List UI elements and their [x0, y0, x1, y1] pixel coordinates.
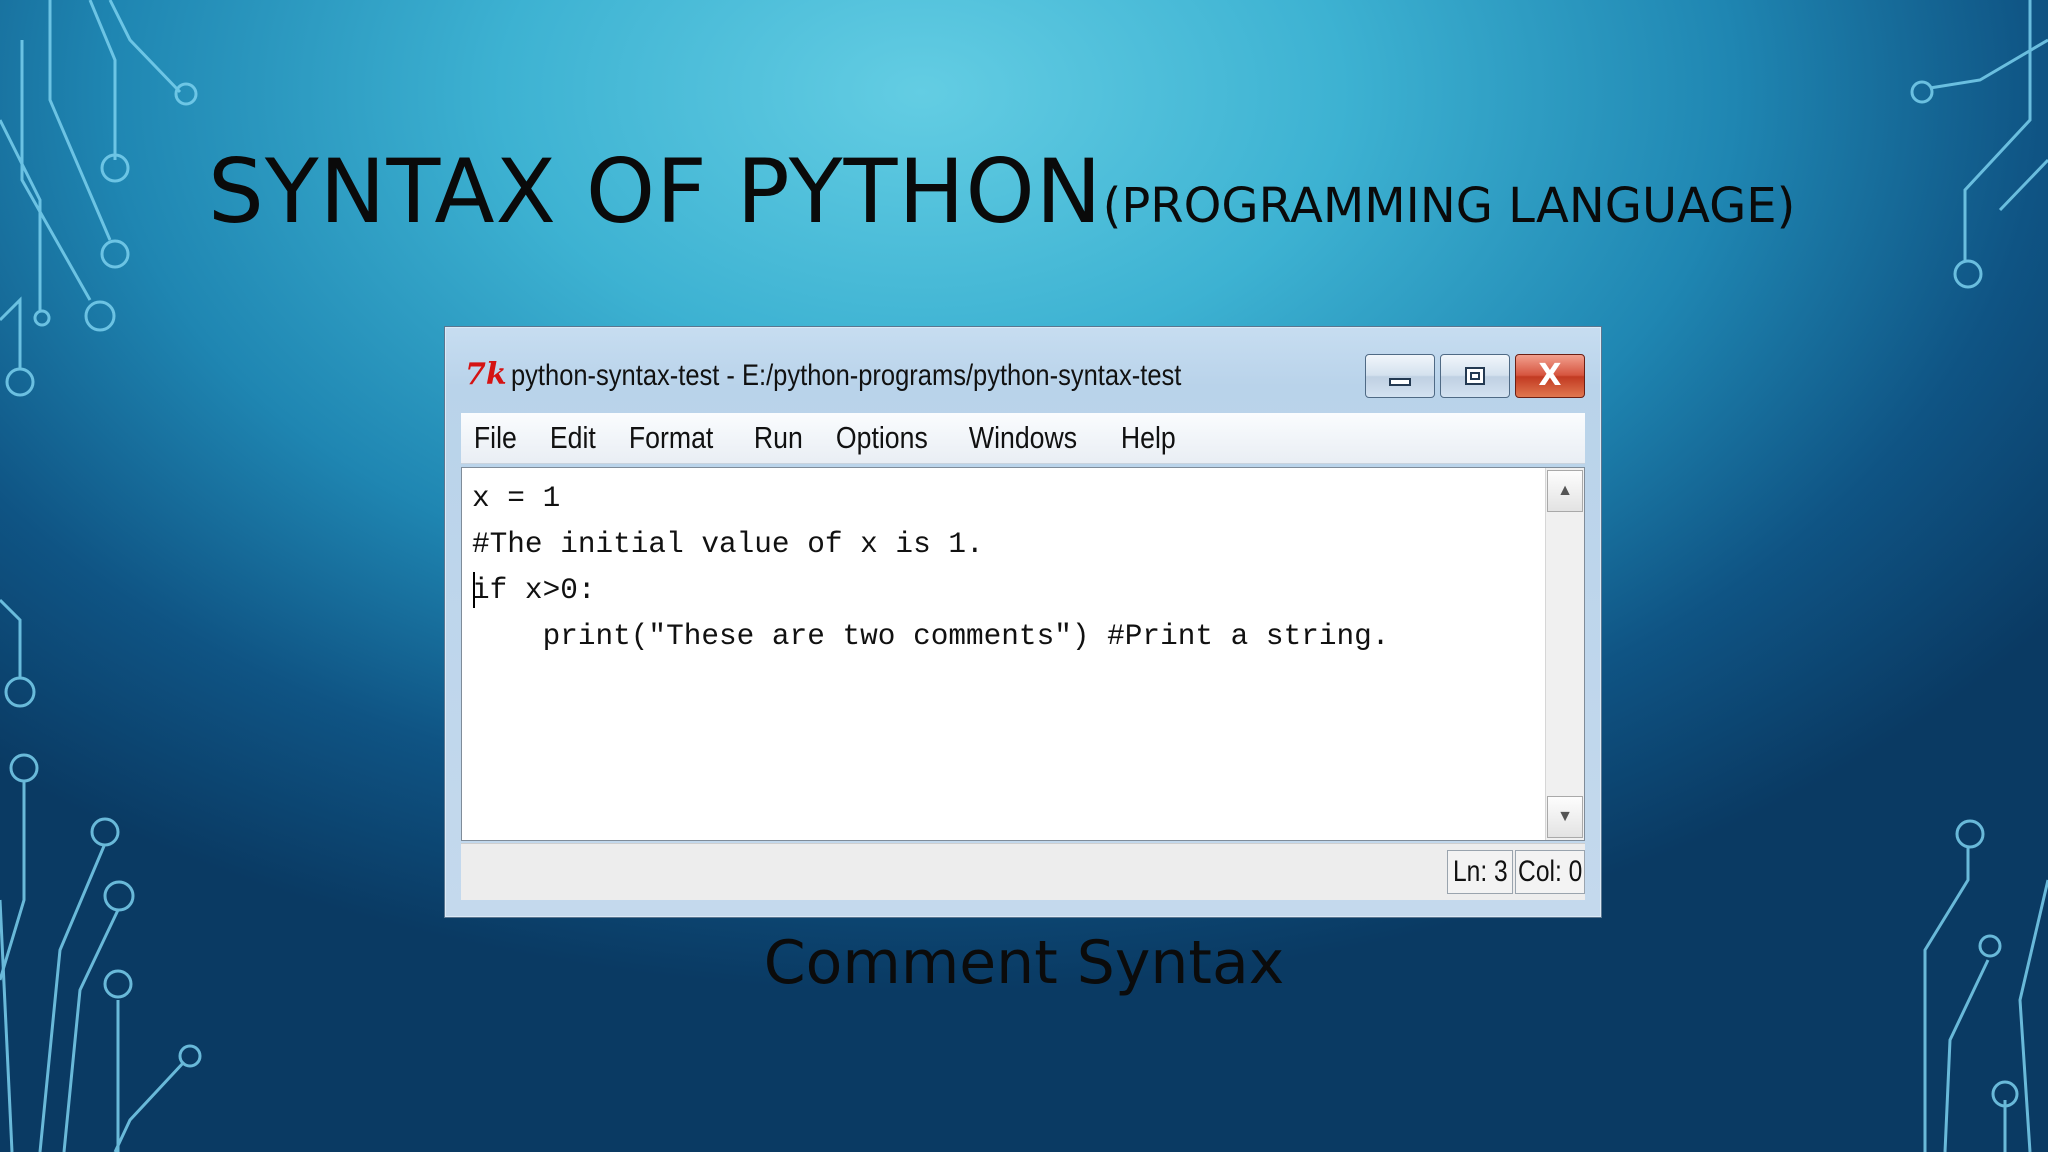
slide-caption: Comment Syntax [763, 928, 1285, 998]
code-line: x = 1 [472, 482, 561, 516]
maximize-button[interactable] [1440, 354, 1510, 398]
scroll-down-arrow-icon: ▼ [1557, 808, 1573, 825]
window-title: python-syntax-test - E:/python-programs/… [511, 359, 1182, 392]
minimize-button[interactable] [1365, 354, 1435, 398]
close-icon: X [1538, 358, 1562, 393]
line-indicator: Ln: 3 [1447, 850, 1513, 894]
tk-icon: 7k [465, 357, 507, 392]
status-bar: Ln: 3 Col: 0 [461, 843, 1585, 900]
menu-run[interactable]: Run [741, 420, 816, 456]
window-titlebar[interactable]: 7k python-syntax-test - E:/python-progra… [445, 327, 1601, 409]
column-indicator: Col: 0 [1515, 850, 1585, 894]
code-text: x = 1 #The initial value of x is 1. if x… [472, 476, 1389, 660]
menu-file[interactable]: File [461, 420, 530, 456]
menu-edit[interactable]: Edit [537, 420, 609, 456]
menu-windows[interactable]: Windows [956, 420, 1090, 456]
menu-options[interactable]: Options [823, 420, 941, 456]
vertical-scrollbar[interactable]: ▲ ▼ [1545, 468, 1584, 840]
menu-format[interactable]: Format [616, 420, 726, 456]
code-line: #The initial value of x is 1. [472, 528, 984, 562]
maximize-icon [1465, 367, 1485, 385]
code-line: if x>0: [472, 574, 596, 608]
scroll-up-button[interactable]: ▲ [1547, 470, 1583, 512]
line-number: Ln: 3 [1452, 855, 1508, 888]
code-line: print("These are two comments") #Print a… [472, 620, 1390, 654]
slide-title: SYNTAX OF PYTHON(PROGRAMMING LANGUAGE) [208, 148, 1795, 236]
code-editor[interactable]: x = 1 #The initial value of x is 1. if x… [461, 467, 1585, 841]
text-cursor [473, 572, 475, 608]
scroll-up-arrow-icon: ▲ [1557, 482, 1573, 499]
slide-title-main: SYNTAX OF PYTHON [208, 140, 1103, 243]
column-number: Col: 0 [1517, 855, 1583, 888]
menu-bar: File Edit Format Run Options Windows Hel… [461, 413, 1585, 464]
idle-editor-window: 7k python-syntax-test - E:/python-progra… [444, 326, 1602, 918]
close-button[interactable]: X [1515, 354, 1585, 398]
menu-help[interactable]: Help [1108, 420, 1189, 456]
minimize-icon [1389, 378, 1411, 386]
slide-title-sub: (PROGRAMMING LANGUAGE) [1102, 178, 1796, 234]
scroll-down-button[interactable]: ▼ [1547, 796, 1583, 838]
